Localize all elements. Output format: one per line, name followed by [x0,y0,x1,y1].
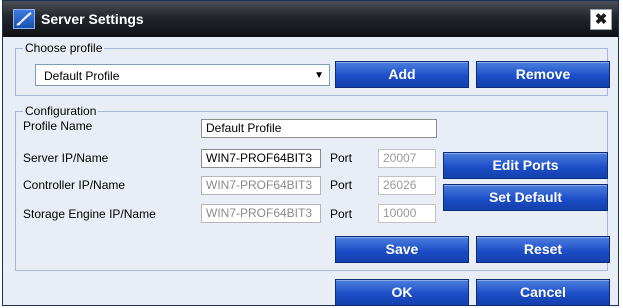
server-port-label: Port [330,151,353,165]
server-port-input[interactable]: 20007 [378,149,436,168]
cancel-button[interactable]: Cancel [476,279,610,306]
app-logo-icon [13,9,35,29]
choose-profile-label: Choose profile [23,41,105,55]
profile-name-label: Profile Name [23,119,93,133]
configuration-label: Configuration [23,104,99,118]
reset-button[interactable]: Reset [476,236,610,263]
remove-profile-button[interactable]: Remove [476,61,610,88]
server-settings-dialog: Server Settings ✖ Choose profile Default… [2,0,619,306]
save-button[interactable]: Save [335,236,469,263]
window-title: Server Settings [41,11,144,27]
close-button[interactable]: ✖ [590,9,612,30]
chevron-down-icon[interactable]: ▼ [314,70,324,81]
profile-name-input[interactable]: Default Profile [201,119,437,138]
storage-engine-ip-label: Storage Engine IP/Name [23,207,156,221]
set-default-button[interactable]: Set Default [443,184,608,211]
title-bar[interactable]: Server Settings ✖ [3,1,618,37]
profile-select-value: Default Profile [44,69,120,83]
close-icon: ✖ [594,11,608,28]
server-ip-label: Server IP/Name [23,151,109,165]
storage-engine-port-label: Port [330,207,353,221]
controller-port-label: Port [330,178,353,192]
storage-engine-port-input[interactable]: 10000 [378,204,436,223]
controller-port-input[interactable]: 26026 [378,176,436,195]
controller-ip-label: Controller IP/Name [23,178,126,192]
controller-ip-input[interactable]: WIN7-PROF64BIT3 [201,176,321,195]
edit-ports-button[interactable]: Edit Ports [443,152,608,179]
server-ip-input[interactable]: WIN7-PROF64BIT3 [201,149,321,168]
profile-select[interactable]: Default Profile ▼ [35,64,330,86]
storage-engine-ip-input[interactable]: WIN7-PROF64BIT3 [201,204,321,223]
ok-button[interactable]: OK [335,279,469,306]
add-profile-button[interactable]: Add [335,61,469,88]
